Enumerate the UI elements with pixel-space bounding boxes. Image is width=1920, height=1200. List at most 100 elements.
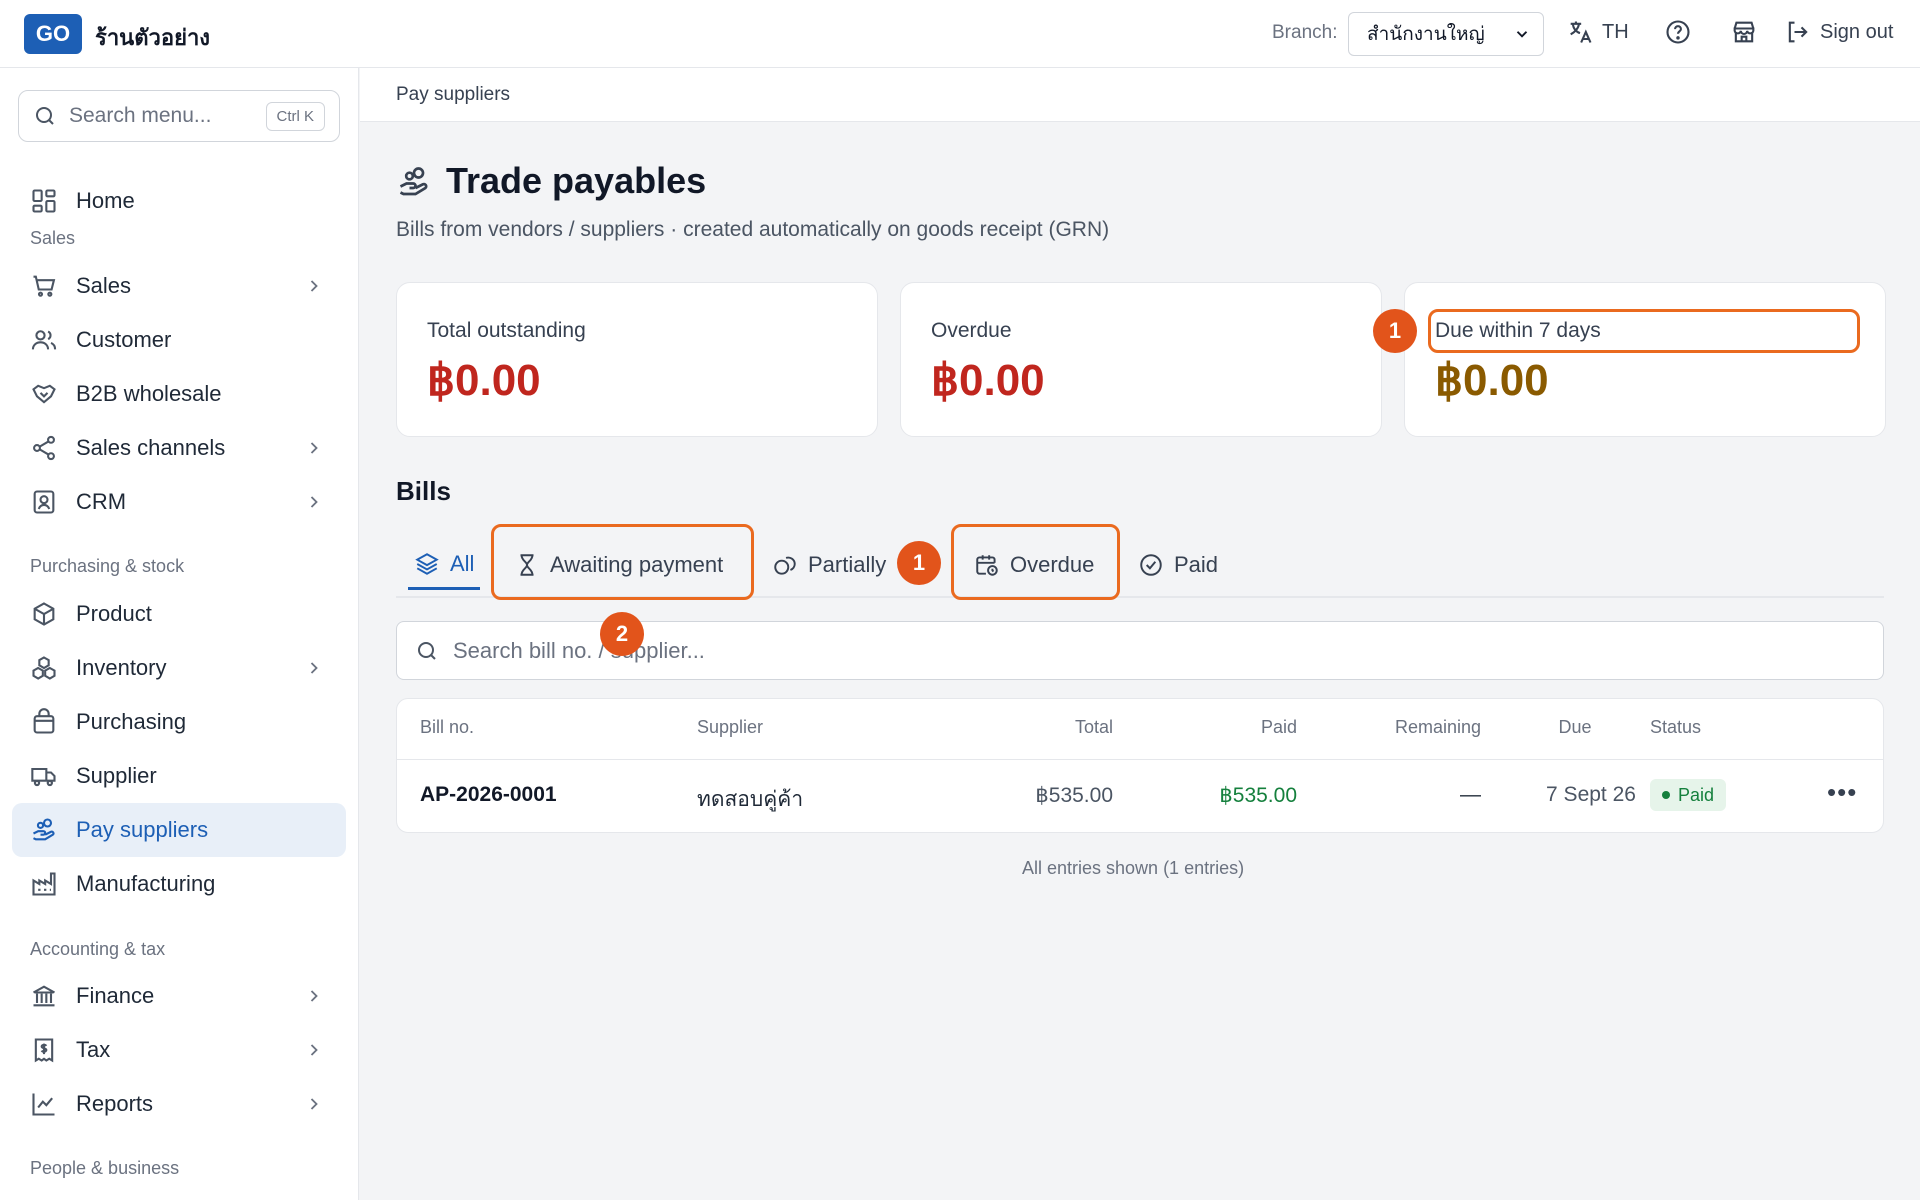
sidebar-item-product[interactable]: Product bbox=[12, 587, 346, 641]
column-header-due[interactable]: Due bbox=[1515, 717, 1635, 738]
shopping-bag-icon bbox=[33, 708, 55, 734]
language-label: TH bbox=[1602, 20, 1629, 43]
sidebar-item-label: CRM bbox=[76, 489, 127, 514]
branch-select[interactable]: สำนักงานใหญ่ bbox=[1348, 12, 1544, 56]
sidebar-item-b2b[interactable]: B2B wholesale bbox=[12, 367, 346, 421]
app-logo[interactable]: GO bbox=[24, 14, 82, 54]
sidebar-item-inventory[interactable]: Inventory bbox=[12, 641, 346, 695]
status-badge: Paid bbox=[1650, 779, 1727, 811]
sidebar-item-manufacturing[interactable]: Manufacturing bbox=[12, 857, 346, 911]
cell-total: ฿535.00 bbox=[1035, 784, 1113, 807]
sidebar-item-pay-suppliers[interactable]: Pay suppliers bbox=[12, 803, 346, 857]
bank-icon bbox=[32, 985, 56, 1007]
users-icon bbox=[31, 330, 57, 350]
sidebar-item-label: Supplier bbox=[76, 763, 157, 788]
section-label-people: People & business bbox=[30, 1158, 180, 1178]
store-icon bbox=[1733, 21, 1755, 43]
sidebar-item-finance[interactable]: Finance bbox=[12, 969, 346, 1023]
bills-table: Bill no. Supplier Total Paid Remaining D… bbox=[396, 698, 1884, 833]
sidebar-item-label: Inventory bbox=[76, 655, 167, 680]
sidebar-item-label: Sales channels bbox=[76, 435, 226, 460]
column-header-bill-no[interactable]: Bill no. bbox=[420, 717, 474, 738]
page-subtitle: Bills from vendors / suppliers · created… bbox=[396, 218, 1110, 241]
row-actions-button[interactable]: ••• bbox=[1827, 777, 1857, 808]
column-header-total[interactable]: Total bbox=[993, 717, 1113, 738]
section-label-sales: Sales bbox=[30, 228, 76, 248]
sidebar-item-sales[interactable]: Sales bbox=[12, 259, 346, 313]
sidebar-item-customer[interactable]: Customer bbox=[12, 313, 346, 367]
sidebar-item-supplier[interactable]: Supplier bbox=[12, 749, 346, 803]
coins-icon bbox=[774, 556, 796, 575]
section-label-accounting: Accounting & tax bbox=[30, 939, 166, 959]
menu-search-input[interactable]: Search menu... Ctrl K bbox=[18, 90, 340, 142]
sidebar-item-home[interactable]: Home bbox=[12, 174, 346, 228]
breadcrumb[interactable]: Pay suppliers bbox=[396, 84, 510, 106]
highlight-overdue-tab bbox=[951, 524, 1120, 600]
branch-select-value: สำนักงานใหญ่ bbox=[1367, 24, 1485, 45]
sidebar-item-sales-channels[interactable]: Sales channels bbox=[12, 421, 346, 475]
column-header-paid[interactable]: Paid bbox=[1177, 717, 1297, 738]
branch-label: Branch: bbox=[1272, 22, 1338, 43]
tab-all[interactable]: All bbox=[408, 540, 481, 590]
breadcrumb-bar: Pay suppliers bbox=[360, 68, 1920, 122]
summary-card-overdue: Overdue ฿0.00 bbox=[900, 282, 1382, 437]
sidebar-item-purchasing[interactable]: Purchasing bbox=[12, 695, 346, 749]
sidebar-item-label: Customer bbox=[76, 327, 172, 352]
chevron-right-icon bbox=[310, 442, 318, 454]
sidebar-item-label: Purchasing bbox=[76, 709, 187, 734]
handshake-icon bbox=[32, 384, 56, 404]
factory-icon bbox=[32, 872, 56, 896]
cell-bill-no[interactable]: AP-2026-0001 bbox=[420, 783, 557, 807]
status-label: Paid bbox=[1678, 784, 1715, 805]
shop-name: ร้านตัวอย่าง bbox=[95, 25, 211, 50]
sign-out-button[interactable]: Sign out bbox=[1784, 18, 1893, 46]
sidebar-item-label: Pay suppliers bbox=[76, 817, 209, 842]
column-header-supplier[interactable]: Supplier bbox=[697, 717, 763, 738]
bill-search-placeholder: Search bill no. / supplier... bbox=[453, 637, 705, 663]
help-icon bbox=[1666, 20, 1690, 44]
card-value: ฿0.00 bbox=[427, 356, 541, 405]
box-icon bbox=[33, 602, 55, 626]
menu-search-placeholder: Search menu... bbox=[69, 104, 212, 127]
chevron-right-icon bbox=[310, 990, 318, 1002]
search-icon bbox=[418, 641, 436, 660]
boxes-icon bbox=[32, 656, 56, 680]
tab-partially-paid[interactable]: Partially paid bbox=[772, 540, 892, 590]
card-label: Overdue bbox=[931, 319, 1012, 342]
card-value: ฿0.00 bbox=[1435, 356, 1549, 405]
column-header-status[interactable]: Status bbox=[1650, 717, 1701, 738]
section-label-purchasing: Purchasing & stock bbox=[30, 556, 185, 576]
chevron-right-icon bbox=[310, 496, 318, 508]
share-icon bbox=[33, 435, 55, 461]
line-chart-icon bbox=[32, 1093, 55, 1116]
layers-icon bbox=[415, 552, 439, 575]
chevron-right-icon bbox=[310, 1044, 318, 1056]
sidebar-item-label: Tax bbox=[76, 1037, 111, 1062]
summary-card-total-outstanding: Total outstanding ฿0.00 bbox=[396, 282, 878, 437]
bills-heading: Bills bbox=[396, 476, 451, 506]
contact-card-icon bbox=[33, 490, 55, 514]
sidebar-item-reports[interactable]: Reports bbox=[12, 1077, 346, 1131]
sidebar-item-tax[interactable]: Tax bbox=[12, 1023, 346, 1077]
chevron-down-icon bbox=[1516, 31, 1528, 38]
sidebar-item-label: Product bbox=[76, 601, 152, 626]
sidebar-item-label: B2B wholesale bbox=[76, 381, 222, 406]
store-button[interactable] bbox=[1730, 18, 1758, 46]
step-marker: 1 bbox=[897, 541, 941, 585]
language-switcher[interactable]: TH bbox=[1566, 18, 1629, 46]
help-button[interactable] bbox=[1664, 18, 1692, 46]
header-divider bbox=[397, 759, 1883, 760]
sidebar-item-label: Reports bbox=[76, 1091, 154, 1116]
column-header-remaining[interactable]: Remaining bbox=[1341, 717, 1481, 738]
step-marker: 1 bbox=[1373, 309, 1417, 353]
dashboard-icon bbox=[32, 189, 56, 213]
sidebar-item-label: Manufacturing bbox=[76, 871, 216, 896]
cell-paid: ฿535.00 bbox=[1219, 784, 1297, 807]
tab-label: All bbox=[450, 550, 475, 576]
tab-paid[interactable]: Paid bbox=[1138, 540, 1218, 590]
sidebar-item-crm[interactable]: CRM bbox=[12, 475, 346, 529]
tab-label: Partially paid bbox=[808, 552, 892, 577]
card-value: ฿0.00 bbox=[931, 356, 1045, 405]
sidebar-item-label: Home bbox=[76, 188, 135, 213]
cell-due: 7 Sept 26 bbox=[1546, 783, 1636, 806]
